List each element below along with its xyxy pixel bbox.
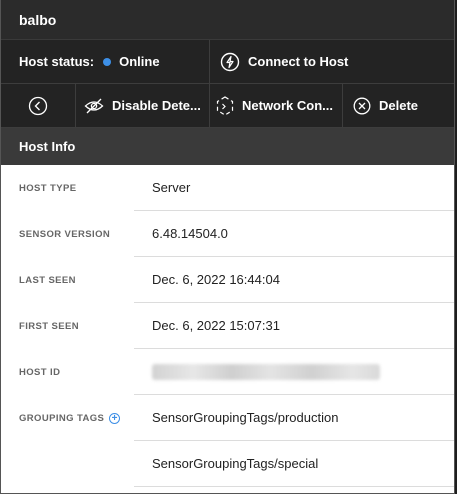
add-tag-icon[interactable]: + xyxy=(109,412,121,424)
host-panel: balbo Host status: Online Connect to Hos… xyxy=(0,0,455,494)
info-row-host-id: HOST ID xyxy=(1,349,454,395)
grouping-tags-label-wrap: GROUPING TAGS + xyxy=(1,412,134,424)
info-row-last-seen: LAST SEEN Dec. 6, 2022 16:44:04 xyxy=(1,257,454,303)
info-row-grouping-tags: GROUPING TAGS + SensorGroupingTags/produ… xyxy=(1,395,454,441)
delete-label: Delete xyxy=(379,98,419,113)
info-row-grouping-tags-2: SensorGroupingTags/special xyxy=(1,441,454,487)
last-seen-label: LAST SEEN xyxy=(19,274,76,286)
back-button[interactable] xyxy=(1,84,76,127)
grouping-tags-label: GROUPING TAGS xyxy=(19,412,105,424)
sensor-version-value: 6.48.14504.0 xyxy=(134,211,454,257)
host-info-header: Host Info xyxy=(1,128,454,165)
host-type-label: HOST TYPE xyxy=(19,182,77,194)
back-arrow-icon xyxy=(28,96,48,116)
last-seen-value: Dec. 6, 2022 16:44:04 xyxy=(134,257,454,303)
host-status-label: Host status: xyxy=(19,54,95,69)
action-toolbar: Disable Dete... Network Con... Delete xyxy=(1,84,454,128)
disable-label: Disable Dete... xyxy=(112,98,201,113)
redacted-host-id xyxy=(152,363,380,380)
network-icon xyxy=(216,95,234,116)
network-label: Network Con... xyxy=(242,98,334,113)
host-id-label: HOST ID xyxy=(19,366,61,378)
info-row-first-seen: FIRST SEEN Dec. 6, 2022 15:07:31 xyxy=(1,303,454,349)
grouping-tag-item: SensorGroupingTags/production xyxy=(134,395,454,441)
connect-to-host-button[interactable]: Connect to Host xyxy=(210,40,454,83)
disable-detections-button[interactable]: Disable Dete... xyxy=(76,84,210,127)
status-bar: Host status: Online Connect to Host xyxy=(1,40,454,84)
host-status-value: Online xyxy=(119,54,160,69)
grouping-tag-item: SensorGroupingTags/special xyxy=(134,441,454,487)
delete-button[interactable]: Delete xyxy=(343,84,454,127)
host-status: Host status: Online xyxy=(1,40,210,83)
first-seen-label: FIRST SEEN xyxy=(19,320,79,332)
online-dot-icon xyxy=(103,57,112,66)
network-contain-button[interactable]: Network Con... xyxy=(210,84,343,127)
host-id-value xyxy=(134,349,454,395)
panel-title: balbo xyxy=(1,0,454,40)
info-row-sensor-version: SENSOR VERSION 6.48.14504.0 xyxy=(1,211,454,257)
info-row-host-type: HOST TYPE Server xyxy=(1,165,454,211)
sensor-version-label: SENSOR VERSION xyxy=(19,228,111,240)
connect-label: Connect to Host xyxy=(248,54,349,69)
close-circle-icon xyxy=(353,97,371,115)
host-type-value: Server xyxy=(134,165,454,211)
first-seen-value: Dec. 6, 2022 15:07:31 xyxy=(134,303,454,349)
eye-slash-icon xyxy=(84,98,104,114)
power-icon xyxy=(220,52,240,72)
